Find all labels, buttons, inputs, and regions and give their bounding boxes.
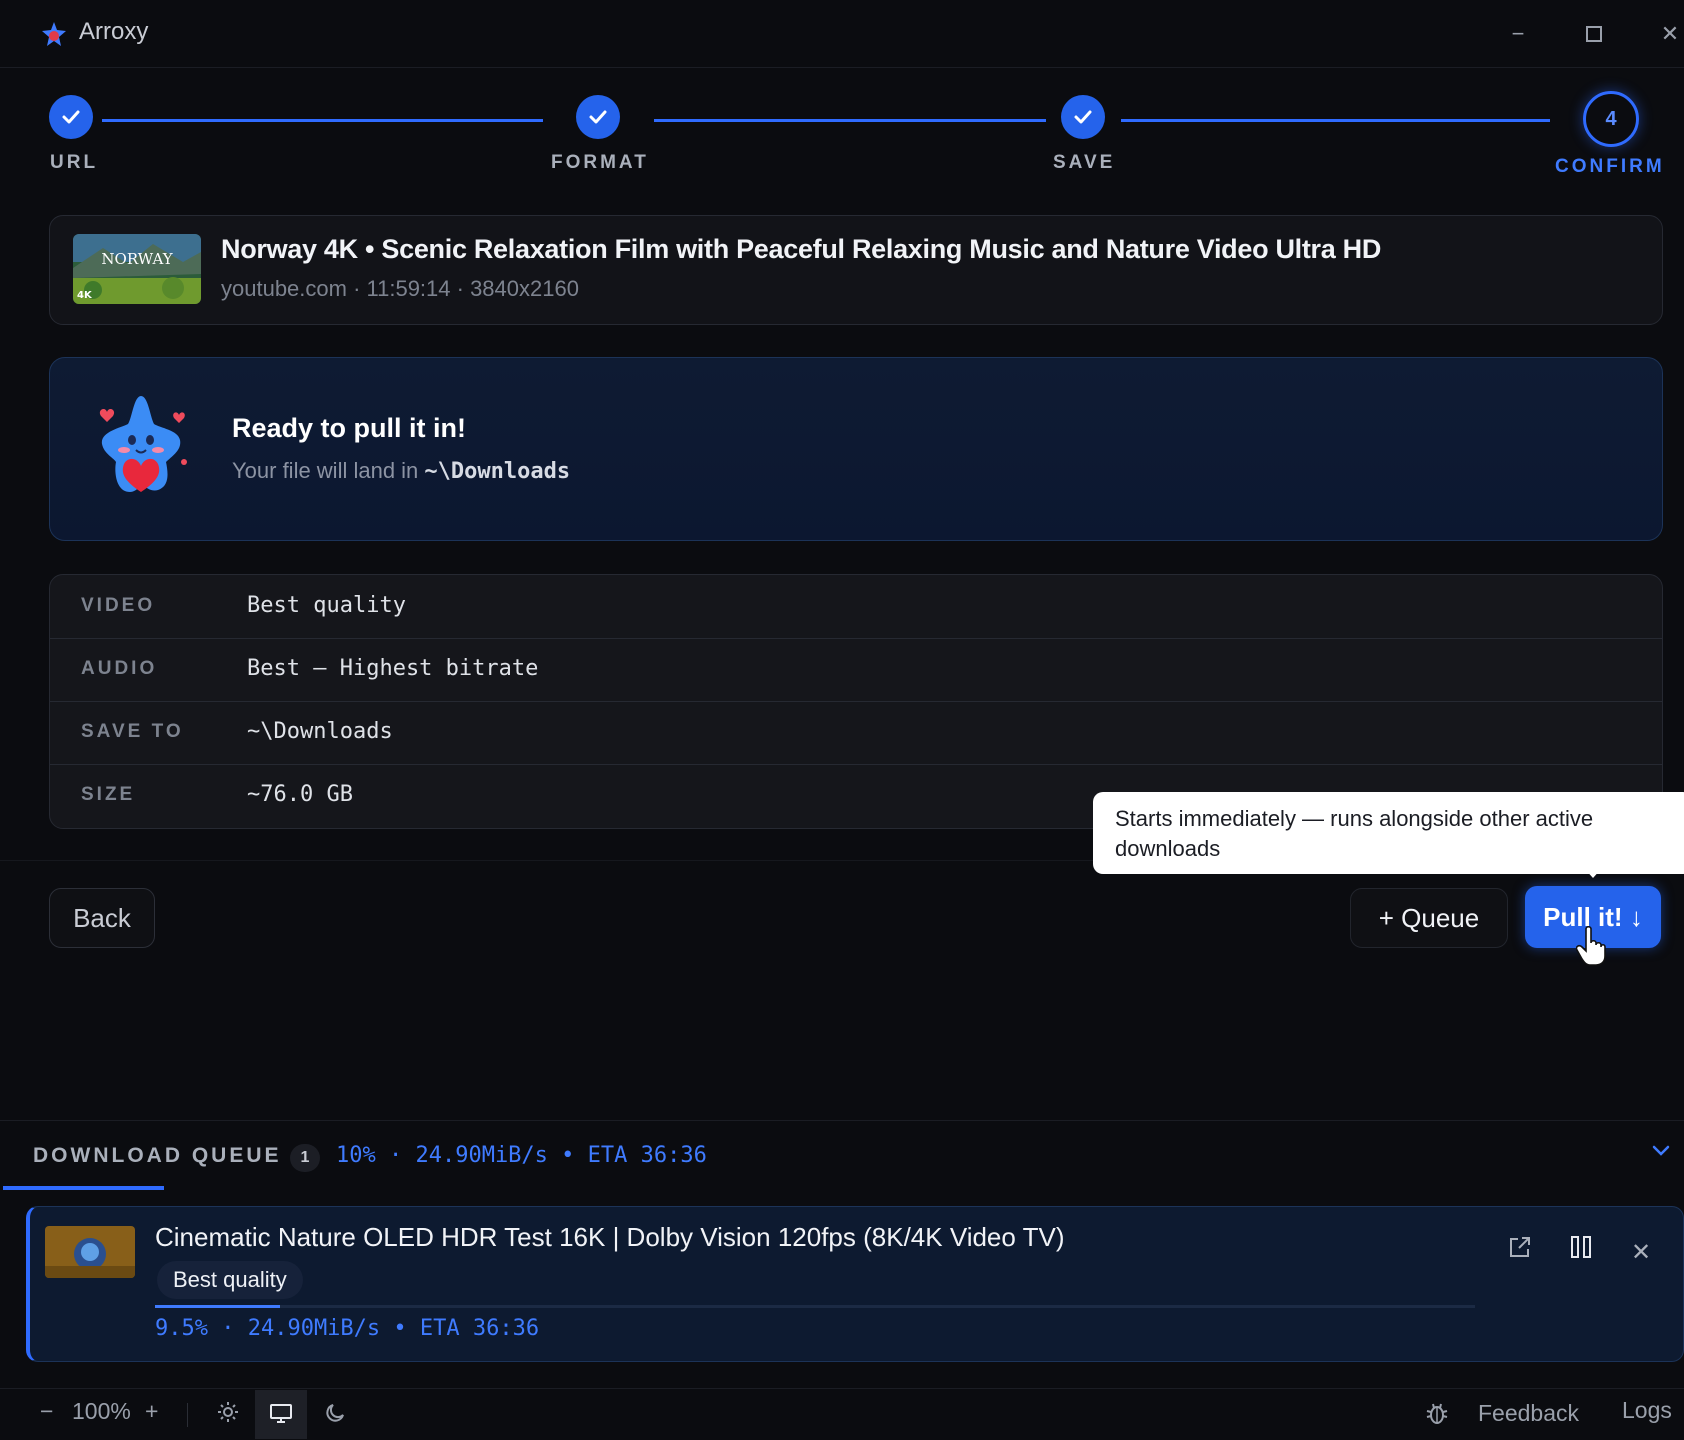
step-connector [1121, 119, 1550, 122]
svg-text:4K: 4K [77, 290, 93, 301]
logs-link[interactable]: Logs [1622, 1397, 1672, 1424]
summary-key: SIZE [81, 784, 136, 805]
back-button[interactable]: Back [49, 888, 155, 948]
tooltip-line: downloads [1115, 836, 1221, 861]
step-confirm-number: 4 [1583, 91, 1639, 147]
download-queue-title: DOWNLOAD QUEUE [33, 1144, 282, 1167]
summary-row-save-to: SAVE TO ~\Downloads [50, 701, 1662, 765]
ready-path: ~\Downloads [424, 459, 571, 484]
tooltip-line: Starts immediately — runs alongside othe… [1115, 806, 1594, 831]
maximize-icon[interactable] [1574, 14, 1614, 54]
hand-cursor-icon [1576, 925, 1606, 966]
minimize-icon[interactable]: − [1498, 14, 1538, 54]
step-save-check-icon[interactable] [1061, 95, 1105, 139]
svg-text:NORWAY: NORWAY [101, 250, 173, 268]
step-format-check-icon[interactable] [576, 95, 620, 139]
light-theme-sun-icon[interactable] [216, 1400, 240, 1429]
zoom-in-button[interactable]: + [145, 1398, 158, 1425]
step-connector [654, 119, 1046, 122]
summary-value: Best — Highest bitrate [247, 656, 539, 681]
queue-tab-underline [3, 1186, 164, 1190]
bug-icon[interactable] [1424, 1400, 1450, 1431]
summary-value: Best quality [247, 593, 406, 618]
queue-summary-stats: 10% · 24.90MiB/s • ETA 36:36 [336, 1143, 707, 1168]
queue-item-title: Cinematic Nature OLED HDR Test 16K | Dol… [155, 1222, 1065, 1252]
chevron-down-icon[interactable] [1651, 1141, 1671, 1164]
step-label-url: URL [50, 152, 99, 173]
ready-subtitle: Your file will land in ~\Downloads [232, 458, 570, 484]
app-title: Arroxy [79, 18, 149, 45]
zoom-out-button[interactable]: − [40, 1398, 53, 1425]
queue-item-progress-fill [155, 1305, 281, 1308]
statusbar-separator [187, 1403, 188, 1427]
summary-row-audio: AUDIO Best — Highest bitrate [50, 638, 1662, 702]
zoom-level: 100% [72, 1398, 131, 1424]
video-title: Norway 4K • Scenic Relaxation Film with … [221, 234, 1382, 264]
video-info-card [49, 215, 1663, 325]
queue-item-thumbnail [45, 1226, 135, 1278]
queue-count-badge: 1 [290, 1144, 320, 1172]
ready-panel [49, 357, 1663, 541]
mascot-illustration [99, 396, 187, 492]
queue-item-progress-track [155, 1305, 1475, 1308]
queue-item-stats: 9.5% · 24.90MiB/s • ETA 36:36 [155, 1316, 540, 1341]
open-external-icon[interactable] [1500, 1233, 1540, 1273]
pause-icon[interactable] [1561, 1233, 1601, 1273]
monitor-icon [269, 1401, 293, 1430]
video-meta: youtube.com · 11:59:14 · 3840x2160 [221, 276, 579, 301]
app-logo-icon [42, 22, 66, 46]
remove-item-close-icon[interactable]: ✕ [1621, 1233, 1661, 1273]
step-label-format: FORMAT [551, 152, 649, 173]
dark-theme-moon-icon[interactable] [323, 1401, 347, 1430]
summary-key: AUDIO [81, 658, 158, 679]
ready-title: Ready to pull it in! [232, 413, 466, 443]
ready-subtitle-prefix: Your file will land in [232, 458, 425, 483]
pull-tooltip: Starts immediately — runs alongside othe… [1093, 792, 1684, 874]
queue-item-quality-badge: Best quality [157, 1261, 303, 1299]
step-label-save: SAVE [1053, 152, 1116, 173]
summary-table: VIDEO Best quality AUDIO Best — Highest … [49, 574, 1663, 829]
step-label-confirm: CONFIRM [1555, 156, 1665, 177]
summary-value: ~\Downloads [247, 719, 393, 744]
title-bar [0, 0, 1684, 68]
close-window-icon[interactable]: ✕ [1650, 14, 1684, 54]
summary-value: ~76.0 GB [247, 782, 353, 807]
summary-key: VIDEO [81, 595, 156, 616]
step-url-check-icon[interactable] [49, 95, 93, 139]
add-to-queue-button[interactable]: + Queue [1350, 888, 1508, 948]
step-connector [102, 119, 543, 122]
summary-key: SAVE TO [81, 721, 184, 742]
video-thumbnail: NORWAY 4K [73, 234, 201, 304]
tooltip-arrow [1584, 868, 1602, 878]
summary-row-video: VIDEO Best quality [50, 575, 1662, 639]
feedback-link[interactable]: Feedback [1478, 1400, 1579, 1427]
